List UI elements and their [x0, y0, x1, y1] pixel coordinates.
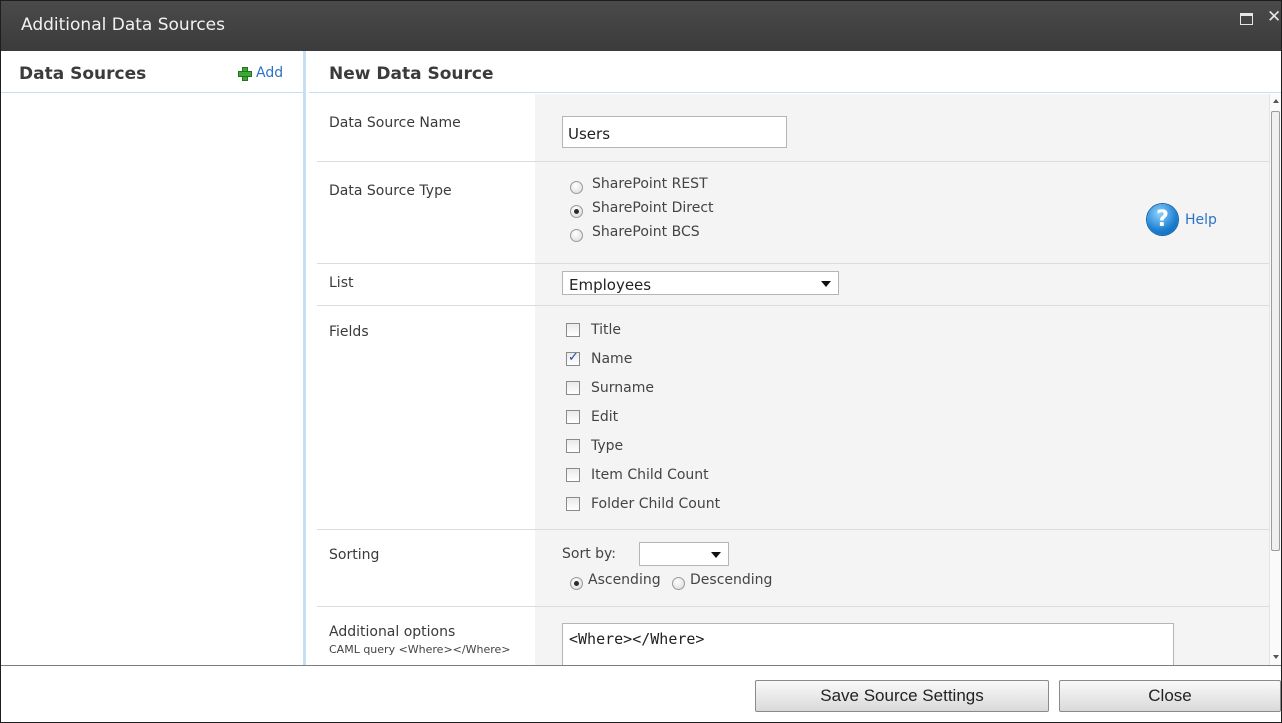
form-scrollbar[interactable]: [1269, 94, 1281, 665]
sort-by-label: Sort by:: [562, 546, 617, 562]
radio-ascending[interactable]: Ascending: [570, 572, 661, 590]
radio-label: SharePoint REST: [592, 176, 708, 192]
close-button[interactable]: Close: [1059, 680, 1281, 712]
radio-label: Ascending: [588, 572, 661, 588]
chevron-down-icon: [711, 552, 721, 558]
checkbox: [566, 323, 580, 337]
form-row-sorting: Sorting Sort by: Ascending Descending: [317, 530, 1269, 607]
value-cell: <Where></Where>: [535, 607, 1269, 665]
sort-by-select[interactable]: [639, 542, 729, 566]
checkbox-label: Name: [591, 351, 633, 367]
form-row-additional: Additional options CAML query <Where></W…: [317, 607, 1269, 665]
checkbox-label: Type: [591, 438, 624, 454]
dialog-title: Additional Data Sources: [21, 15, 225, 35]
caml-query-hint: CAML query <Where></Where>: [329, 643, 511, 656]
data-source-name-input[interactable]: Users: [562, 116, 787, 148]
checkbox: [566, 497, 580, 511]
list-selected-value: Employees: [569, 276, 652, 294]
label-cell: Data Source Name: [317, 94, 535, 161]
checkbox-item-child-count[interactable]: Item Child Count: [566, 467, 709, 483]
caml-query-textarea[interactable]: <Where></Where>: [562, 623, 1174, 665]
value-cell: Users: [535, 94, 1269, 161]
value-cell: SharePoint REST SharePoint Direct ShareP…: [535, 162, 1269, 263]
radio-sharepoint-direct[interactable]: SharePoint Direct: [570, 200, 714, 218]
radio-button: [672, 576, 685, 590]
radio-sharepoint-rest[interactable]: SharePoint REST: [570, 176, 708, 194]
checkbox-label: Edit: [591, 409, 619, 425]
scroll-up-arrow-icon[interactable]: [1273, 99, 1279, 103]
label-cell: Fields: [317, 306, 535, 529]
plus-icon: [238, 67, 252, 81]
additional-data-sources-dialog: Additional Data Sources ✕ Data Sources A…: [0, 0, 1282, 723]
checkbox-edit[interactable]: Edit: [566, 409, 618, 425]
name-label: Data Source Name: [329, 115, 461, 131]
checkbox-label: Item Child Count: [591, 467, 709, 483]
checkbox-name[interactable]: Name: [566, 350, 633, 367]
label-cell: Additional options CAML query <Where></W…: [317, 607, 535, 665]
sorting-label: Sorting: [329, 547, 380, 563]
checkbox-folder-child-count[interactable]: Folder Child Count: [566, 496, 720, 512]
scroll-down-arrow-icon[interactable]: [1273, 655, 1279, 659]
value-cell: Title Name Surname Edit: [535, 306, 1269, 529]
radio-sharepoint-bcs[interactable]: SharePoint BCS: [570, 224, 700, 242]
checkbox: [566, 381, 580, 395]
help-button[interactable]: ? Help: [1147, 204, 1217, 235]
label-cell: Sorting: [317, 530, 535, 606]
value-cell: Sort by: Ascending Descending: [535, 530, 1269, 606]
radio-descending[interactable]: Descending: [672, 572, 773, 590]
list-label: List: [329, 275, 354, 291]
value-cell: Employees: [535, 264, 1269, 305]
checkbox-type[interactable]: Type: [566, 438, 623, 454]
panel-heading: New Data Source: [329, 64, 494, 84]
checkbox: [566, 468, 580, 482]
sidebar-heading: Data Sources: [19, 64, 147, 84]
form-row-name: Data Source Name Users: [317, 94, 1269, 162]
chevron-down-icon: [821, 281, 831, 287]
help-label: Help: [1185, 211, 1217, 228]
radio-button-selected: [570, 204, 583, 218]
checkbox-label: Surname: [591, 380, 654, 396]
new-data-source-panel: New Data Source Data Source Name Users D…: [309, 51, 1281, 665]
label-cell: Data Source Type: [317, 162, 535, 263]
form-row-fields: Fields Title Name Surname: [317, 306, 1269, 530]
radio-label: SharePoint Direct: [592, 200, 714, 216]
list-select[interactable]: Employees: [562, 271, 839, 295]
checkbox: [566, 439, 580, 453]
help-icon: ?: [1147, 204, 1178, 235]
sidebar-header: Data Sources Add: [1, 51, 303, 93]
radio-label: Descending: [690, 572, 773, 588]
radio-button-selected: [570, 576, 583, 590]
data-source-form: Data Source Name Users Data Source Type …: [317, 94, 1269, 665]
checkbox: [566, 410, 580, 424]
dialog-footer: Save Source Settings Close: [1, 665, 1281, 722]
scroll-thumb[interactable]: [1271, 111, 1280, 551]
additional-options-label: Additional options: [329, 624, 456, 640]
radio-button: [570, 228, 583, 242]
checkbox-checked: [566, 350, 580, 366]
dialog-titlebar: Additional Data Sources ✕: [1, 1, 1281, 51]
form-row-type: Data Source Type SharePoint REST SharePo…: [317, 162, 1269, 264]
checkbox-title[interactable]: Title: [566, 322, 621, 338]
maximize-icon[interactable]: [1240, 13, 1253, 25]
label-cell: List: [317, 264, 535, 305]
save-source-settings-button[interactable]: Save Source Settings: [755, 680, 1049, 712]
checkbox-surname[interactable]: Surname: [566, 380, 654, 396]
add-data-source-link[interactable]: Add: [238, 65, 283, 81]
close-icon[interactable]: ✕: [1267, 7, 1281, 27]
radio-label: SharePoint BCS: [592, 224, 700, 240]
form-row-list: List Employees: [317, 264, 1269, 306]
fields-label: Fields: [329, 324, 369, 340]
add-label: Add: [256, 65, 284, 81]
radio-button: [570, 180, 583, 194]
checkbox-label: Title: [591, 322, 622, 338]
data-sources-sidebar: Data Sources Add: [1, 51, 306, 665]
checkbox-label: Folder Child Count: [591, 496, 721, 512]
type-label: Data Source Type: [329, 183, 452, 199]
panel-header: New Data Source: [309, 51, 1281, 93]
